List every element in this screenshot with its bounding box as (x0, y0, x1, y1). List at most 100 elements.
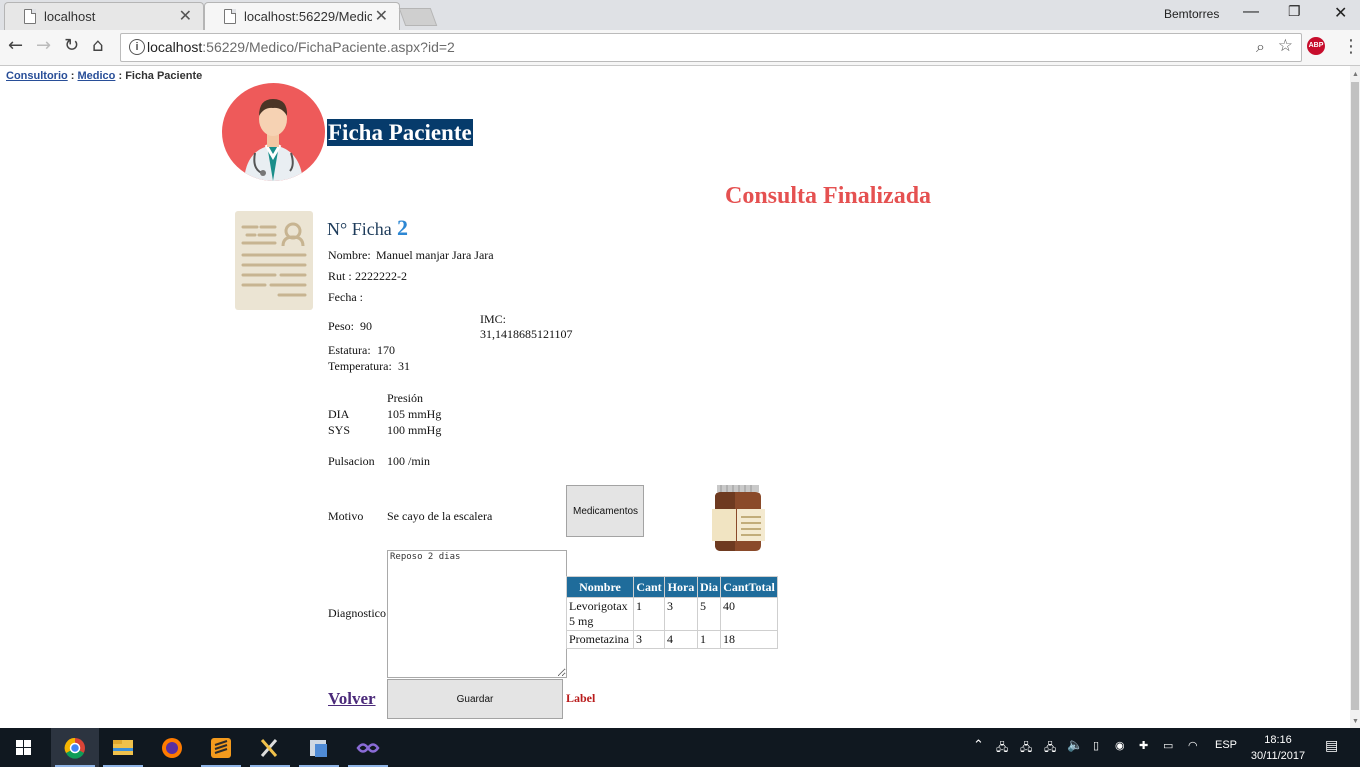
clock-date: 30/11/2017 (1250, 750, 1306, 762)
medicamentos-button[interactable]: Medicamentos (566, 485, 644, 537)
browser-titlebar: localhost ✕ localhost:56229/Medico/ ✕ Be… (0, 0, 1360, 30)
diagnostico-label: Diagnostico (328, 606, 386, 620)
sublime-text-icon[interactable] (197, 728, 245, 767)
sys-value: 100 mmHg (387, 423, 442, 437)
nombre-value: Manuel manjar Jara Jara (376, 248, 494, 262)
windows-start-icon[interactable] (0, 728, 48, 767)
breadcrumb: Consultorio : Medico : Ficha Paciente (6, 70, 202, 82)
show-hidden-icons-icon[interactable]: ⌃ (973, 737, 984, 753)
taskbar-clock[interactable]: 18:16 30/11/2017 (1247, 732, 1309, 764)
pulsacion-label: Pulsacion (328, 454, 375, 468)
column-header: Hora (664, 576, 698, 598)
page-icon (224, 9, 236, 24)
rut-value: 2222222-2 (355, 269, 407, 283)
reload-icon[interactable]: ↻ (64, 35, 79, 56)
estatura-label: Estatura: (328, 343, 371, 357)
temperatura-label: Temperatura: (328, 359, 392, 373)
breadcrumb-medico-link[interactable]: Medico (78, 70, 116, 82)
ficha-label: N° Ficha (327, 219, 392, 239)
browser-toolbar: ← → ↻ ⌂ i localhost:56229/Medico/FichaPa… (0, 30, 1360, 66)
volume-icon[interactable]: 🔈 (1067, 737, 1083, 753)
home-icon[interactable]: ⌂ (92, 35, 103, 56)
app-tray-icon[interactable]: ◉ (1115, 739, 1125, 752)
firefox-icon[interactable] (148, 728, 196, 767)
adblock-extension-icon[interactable]: ABP (1307, 37, 1325, 55)
motivo-label: Motivo (328, 509, 364, 523)
notifications-icon[interactable]: ▤ (1325, 737, 1338, 754)
column-header: Dia (697, 576, 721, 598)
scroll-down-icon[interactable]: ▼ (1352, 717, 1359, 725)
breadcrumb-separator: : (67, 70, 78, 82)
network-drive-icon[interactable]: 🖧 (1044, 739, 1056, 758)
temperatura-value: 31 (398, 359, 410, 373)
url-host: localhost (147, 39, 203, 55)
window-close-icon[interactable]: ✕ (1334, 3, 1347, 23)
cell-dia: 1 (697, 630, 721, 649)
cell-cant: 1 (633, 597, 665, 631)
sql-server-icon[interactable] (295, 728, 343, 767)
windows-taskbar: ⌃ 🖧 🖧 🖧 🔈 ▯ ◉ ✚ ▭ ◠ ESP 18:16 30/11/2017… (0, 728, 1360, 767)
peso-label: Peso: (328, 319, 355, 333)
language-indicator[interactable]: ESP (1215, 739, 1237, 751)
tab-title: localhost:56229/Medico/ (244, 9, 372, 24)
visual-studio-installer-icon[interactable] (246, 728, 294, 767)
scrollbar-thumb[interactable] (1351, 82, 1359, 710)
forward-arrow-icon[interactable]: → (36, 35, 51, 56)
fecha-label: Fecha : (328, 290, 363, 304)
volver-link[interactable]: Volver (328, 689, 376, 709)
restore-icon[interactable]: ❐ (1288, 3, 1301, 20)
zoom-icon[interactable]: ⌕ (1256, 37, 1265, 57)
bookmark-star-icon[interactable]: ☆ (1278, 36, 1293, 56)
info-icon[interactable]: i (129, 39, 145, 55)
tab-ficha-paciente[interactable]: localhost:56229/Medico/ ✕ (204, 2, 400, 30)
cell-canttotal: 18 (720, 630, 778, 649)
cell-dia: 5 (697, 597, 721, 631)
tab-localhost[interactable]: localhost ✕ (4, 2, 204, 30)
dia-label: DIA (328, 407, 350, 421)
cell-hora: 3 (664, 597, 698, 631)
imc-label: IMC: (480, 312, 507, 326)
estatura-value: 170 (377, 343, 395, 357)
breadcrumb-current: Ficha Paciente (125, 70, 203, 82)
wifi-icon[interactable]: ◠ (1188, 739, 1198, 752)
rut-label: Rut : (328, 269, 352, 283)
new-tab-button[interactable] (398, 8, 438, 26)
guardar-button[interactable]: Guardar (387, 679, 563, 719)
cell-canttotal: 40 (720, 597, 778, 631)
doctor-avatar-icon (222, 83, 325, 181)
table-row: Levorigotax 5 mg 1 3 5 40 (566, 597, 778, 631)
close-icon[interactable]: ✕ (375, 6, 388, 26)
file-explorer-icon[interactable] (99, 728, 147, 767)
motivo-value: Se cayo de la escalera (387, 509, 493, 523)
battery-icon[interactable]: ▭ (1163, 739, 1173, 752)
medications-table: Nombre Cant Hora Dia CantTotal Levorigot… (566, 576, 778, 649)
clock-time: 18:16 (1264, 734, 1292, 746)
vertical-scrollbar[interactable]: ▲ ▼ (1350, 66, 1360, 728)
scroll-up-icon[interactable]: ▲ (1352, 70, 1359, 78)
page-title: Ficha Paciente (327, 119, 473, 146)
tab-title: localhost (44, 9, 96, 24)
address-bar[interactable]: i localhost:56229/Medico/FichaPaciente.a… (120, 33, 1302, 62)
presion-label: Presión (387, 391, 423, 405)
visual-studio-icon[interactable] (344, 728, 392, 767)
network-drive-icon[interactable]: 🖧 (1020, 739, 1032, 758)
minimize-icon[interactable]: — (1243, 3, 1259, 21)
breadcrumb-consultorio-link[interactable]: Consultorio (6, 70, 68, 82)
network-drive-icon[interactable]: 🖧 (996, 739, 1008, 758)
nombre-label: Nombre: (328, 248, 371, 262)
usb-device-icon[interactable]: ▯ (1093, 739, 1099, 752)
medicine-bottle-icon (711, 485, 765, 551)
chrome-taskbar-icon[interactable] (51, 728, 99, 767)
back-arrow-icon[interactable]: ← (8, 35, 23, 56)
cell-hora: 4 (664, 630, 698, 649)
dia-value: 105 mmHg (387, 407, 442, 421)
security-icon[interactable]: ✚ (1139, 739, 1148, 752)
diagnostico-textarea[interactable]: Reposo 2 dias (387, 550, 567, 678)
imc-value: 31,1418685121107 (480, 327, 573, 341)
menu-kebab-icon[interactable]: ⋮ (1342, 36, 1360, 57)
table-header-row: Nombre Cant Hora Dia CantTotal (566, 576, 778, 598)
close-icon[interactable]: ✕ (179, 6, 192, 26)
url-text[interactable]: localhost:56229/Medico/FichaPaciente.asp… (147, 39, 455, 55)
profile-name[interactable]: Bemtorres (1164, 7, 1219, 21)
breadcrumb-separator: : (115, 70, 126, 82)
